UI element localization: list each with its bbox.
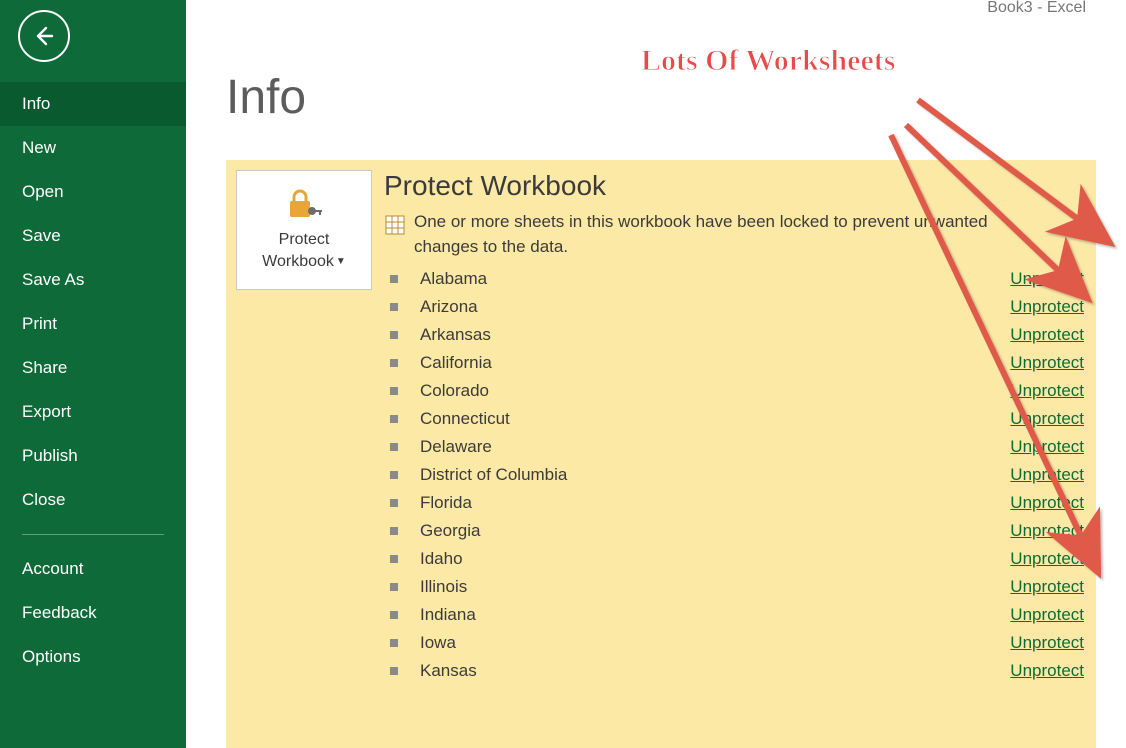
sheet-name: Florida bbox=[420, 493, 1010, 513]
unprotect-link[interactable]: Unprotect bbox=[1010, 297, 1084, 317]
sidebar-item-new[interactable]: New bbox=[0, 126, 186, 170]
bullet-icon bbox=[390, 499, 398, 507]
sidebar-item-close[interactable]: Close bbox=[0, 478, 186, 522]
bullet-icon bbox=[390, 639, 398, 647]
sheet-name: California bbox=[420, 353, 1010, 373]
unprotect-link[interactable]: Unprotect bbox=[1010, 577, 1084, 597]
bullet-icon bbox=[390, 667, 398, 675]
sheet-row: FloridaUnprotect bbox=[384, 489, 1084, 517]
protect-panel-heading: Protect Workbook bbox=[384, 170, 1086, 202]
protect-panel-description: One or more sheets in this workbook have… bbox=[414, 210, 1024, 259]
bullet-icon bbox=[390, 387, 398, 395]
sidebar-item-publish[interactable]: Publish bbox=[0, 434, 186, 478]
backstage-sidebar: InfoNewOpenSaveSave AsPrintShareExportPu… bbox=[0, 0, 186, 748]
sheet-row: IowaUnprotect bbox=[384, 629, 1084, 657]
sheet-row: ConnecticutUnprotect bbox=[384, 405, 1084, 433]
back-button[interactable] bbox=[18, 10, 70, 62]
bullet-icon bbox=[390, 611, 398, 619]
sidebar-item-open[interactable]: Open bbox=[0, 170, 186, 214]
sidebar-item-save[interactable]: Save bbox=[0, 214, 186, 258]
unprotect-link[interactable]: Unprotect bbox=[1010, 353, 1084, 373]
lock-key-icon bbox=[284, 187, 324, 223]
sheet-row: IndianaUnprotect bbox=[384, 601, 1084, 629]
protect-panel-body: Protect Workbook One or more sheets in t… bbox=[384, 170, 1086, 685]
bullet-icon bbox=[390, 359, 398, 367]
bullet-icon bbox=[390, 583, 398, 591]
sheet-row: ColoradoUnprotect bbox=[384, 377, 1084, 405]
sidebar-separator bbox=[22, 534, 164, 535]
unprotect-link[interactable]: Unprotect bbox=[1010, 605, 1084, 625]
sheet-row: CaliforniaUnprotect bbox=[384, 349, 1084, 377]
sheet-row: DelawareUnprotect bbox=[384, 433, 1084, 461]
sidebar-item-save-as[interactable]: Save As bbox=[0, 258, 186, 302]
sheet-name: Iowa bbox=[420, 633, 1010, 653]
sheet-name: Delaware bbox=[420, 437, 1010, 457]
sheet-row: ArizonaUnprotect bbox=[384, 293, 1084, 321]
bullet-icon bbox=[390, 443, 398, 451]
sidebar-item-share[interactable]: Share bbox=[0, 346, 186, 390]
sidebar-item-export[interactable]: Export bbox=[0, 390, 186, 434]
bullet-icon bbox=[390, 303, 398, 311]
sheet-row: IdahoUnprotect bbox=[384, 545, 1084, 573]
sheet-name: Idaho bbox=[420, 549, 1010, 569]
dropdown-caret-icon: ▼ bbox=[336, 255, 346, 269]
sidebar-item-feedback[interactable]: Feedback bbox=[0, 591, 186, 635]
unprotect-link[interactable]: Unprotect bbox=[1010, 269, 1084, 289]
protected-sheet-list: AlabamaUnprotectArizonaUnprotectArkansas… bbox=[384, 265, 1086, 685]
bullet-icon bbox=[390, 471, 398, 479]
sheet-row: AlabamaUnprotect bbox=[384, 265, 1084, 293]
sheet-name: District of Columbia bbox=[420, 465, 1010, 485]
sidebar-item-info[interactable]: Info bbox=[0, 82, 186, 126]
unprotect-link[interactable]: Unprotect bbox=[1010, 325, 1084, 345]
bullet-icon bbox=[390, 331, 398, 339]
unprotect-link[interactable]: Unprotect bbox=[1010, 381, 1084, 401]
sheet-name: Connecticut bbox=[420, 409, 1010, 429]
unprotect-link[interactable]: Unprotect bbox=[1010, 549, 1084, 569]
sheet-name: Colorado bbox=[420, 381, 1010, 401]
sheet-name: Arkansas bbox=[420, 325, 1010, 345]
main-content: Book3 - Excel Info Protect Workbook▼ Pro… bbox=[186, 0, 1126, 748]
bullet-icon bbox=[390, 555, 398, 563]
unprotect-link[interactable]: Unprotect bbox=[1010, 409, 1084, 429]
page-title: Info bbox=[226, 70, 1126, 125]
bullet-icon bbox=[390, 415, 398, 423]
back-arrow-icon bbox=[32, 24, 56, 48]
sidebar-item-options[interactable]: Options bbox=[0, 635, 186, 679]
sheet-name: Indiana bbox=[420, 605, 1010, 625]
sheet-name: Georgia bbox=[420, 521, 1010, 541]
unprotect-link[interactable]: Unprotect bbox=[1010, 465, 1084, 485]
bullet-icon bbox=[390, 275, 398, 283]
sheet-row: IllinoisUnprotect bbox=[384, 573, 1084, 601]
sheet-name: Kansas bbox=[420, 661, 1010, 681]
protect-workbook-button[interactable]: Protect Workbook▼ bbox=[236, 170, 372, 290]
unprotect-link[interactable]: Unprotect bbox=[1010, 437, 1084, 457]
sheet-name: Alabama bbox=[420, 269, 1010, 289]
sheet-row: GeorgiaUnprotect bbox=[384, 517, 1084, 545]
sheet-name: Illinois bbox=[420, 577, 1010, 597]
unprotect-link[interactable]: Unprotect bbox=[1010, 521, 1084, 541]
worksheet-icon bbox=[384, 214, 406, 236]
unprotect-link[interactable]: Unprotect bbox=[1010, 633, 1084, 653]
sheet-row: ArkansasUnprotect bbox=[384, 321, 1084, 349]
unprotect-link[interactable]: Unprotect bbox=[1010, 661, 1084, 681]
sheet-name: Arizona bbox=[420, 297, 1010, 317]
sidebar-item-account[interactable]: Account bbox=[0, 547, 186, 591]
protect-workbook-panel: Protect Workbook▼ Protect Workbook One o… bbox=[226, 160, 1096, 748]
bullet-icon bbox=[390, 527, 398, 535]
sheet-row: District of ColumbiaUnprotect bbox=[384, 461, 1084, 489]
protect-workbook-label: Protect Workbook▼ bbox=[262, 229, 346, 272]
sidebar-item-print[interactable]: Print bbox=[0, 302, 186, 346]
unprotect-link[interactable]: Unprotect bbox=[1010, 493, 1084, 513]
sheet-row: KansasUnprotect bbox=[384, 657, 1084, 685]
window-title: Book3 - Excel bbox=[987, 0, 1086, 16]
